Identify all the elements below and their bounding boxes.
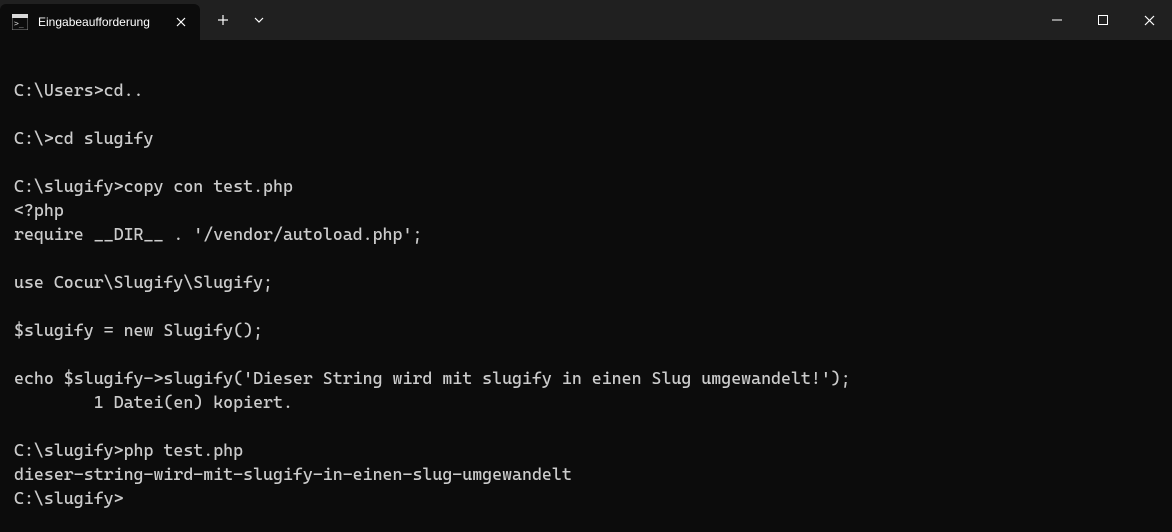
terminal-line: [14, 246, 1158, 270]
terminal-line: [14, 414, 1158, 438]
terminal-line: C:\slugify>copy con test.php: [14, 174, 1158, 198]
terminal-line: [14, 342, 1158, 366]
terminal-line: C:\slugify>php test.php: [14, 438, 1158, 462]
terminal-line: $slugify = new Slugify();: [14, 318, 1158, 342]
titlebar: >_ Eingabeaufforderung: [0, 0, 1172, 40]
tab-close-button[interactable]: [172, 13, 190, 31]
titlebar-drag-area[interactable]: [282, 0, 1034, 40]
terminal-line: echo $slugify->slugify('Dieser String wi…: [14, 366, 1158, 390]
terminal-line: [14, 150, 1158, 174]
terminal-line: dieser-string-wird-mit-slugify-in-einen-…: [14, 462, 1158, 486]
tab-dropdown-button[interactable]: [242, 3, 276, 37]
svg-text:>_: >_: [14, 19, 24, 28]
tab-title: Eingabeaufforderung: [38, 15, 162, 29]
terminal-line: [14, 54, 1158, 78]
terminal-line: [14, 294, 1158, 318]
terminal-line: use Cocur\Slugify\Slugify;: [14, 270, 1158, 294]
cmd-icon: >_: [12, 14, 28, 30]
titlebar-actions: [200, 0, 282, 40]
minimize-button[interactable]: [1034, 0, 1080, 40]
terminal-line: 1 Datei(en) kopiert.: [14, 390, 1158, 414]
terminal-line: require __DIR__ . '/vendor/autoload.php'…: [14, 222, 1158, 246]
new-tab-button[interactable]: [206, 3, 240, 37]
window-controls: [1034, 0, 1172, 40]
terminal-line: [14, 102, 1158, 126]
terminal-line: <?php: [14, 198, 1158, 222]
terminal-content[interactable]: C:\Users>cd.. C:\>cd slugify C:\slugify>…: [0, 40, 1172, 532]
close-button[interactable]: [1126, 0, 1172, 40]
tab-active[interactable]: >_ Eingabeaufforderung: [0, 4, 200, 40]
terminal-line: C:\>cd slugify: [14, 126, 1158, 150]
maximize-button[interactable]: [1080, 0, 1126, 40]
terminal-line: C:\Users>cd..: [14, 78, 1158, 102]
terminal-line: C:\slugify>: [14, 486, 1158, 510]
